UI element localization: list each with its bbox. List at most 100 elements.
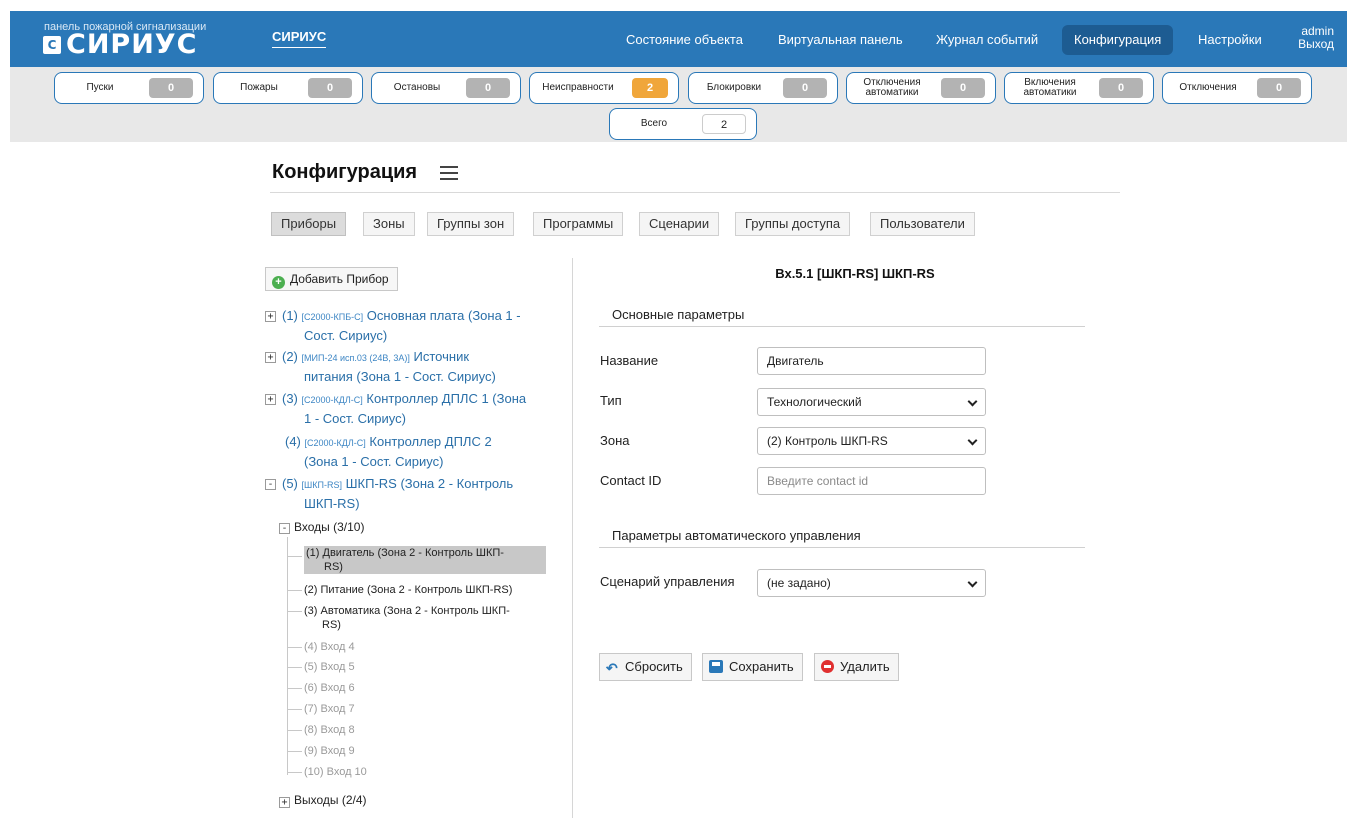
counter-label: Отключения автоматики [863,77,921,98]
device-name-cont[interactable]: Сост. Сириус) [304,326,387,346]
input-label-cont: RS) [324,561,343,573]
tree-line [287,537,288,775]
tree-line [288,611,302,612]
device-name: ШКП-RS (Зона 2 - Контроль [345,476,514,491]
panel-divider [572,258,573,818]
counter-label: Пуски [86,82,114,93]
nav-configuration[interactable]: Конфигурация [1062,25,1174,55]
nav-settings[interactable]: Настройки [1186,25,1274,55]
scenario-label: Сценарий управления [600,574,735,589]
device-name: Основная плата (Зона 1 - [366,308,521,323]
counter-auto-off[interactable]: Отключения автоматики 0 [846,72,996,104]
tab-scenarios[interactable]: Сценарии [639,212,720,236]
collapse-icon[interactable]: - [279,523,290,534]
reset-label: Сбросить [625,659,683,674]
name-field[interactable]: Двигатель [757,347,986,375]
tree-node-device-1[interactable]: (1) [С2000-КПБ-С] Основная плата (Зона 1… [282,306,521,327]
tree-input-6[interactable]: (6) Вход 6 [304,681,355,695]
reset-button[interactable]: ↶ Сбросить [599,653,692,681]
brand-link[interactable]: СИРИУС [272,29,327,48]
save-icon [709,660,723,673]
counter-auto-on[interactable]: Включения автоматики 0 [1004,72,1154,104]
delete-button[interactable]: Удалить [814,653,899,681]
chevron-down-icon [967,577,978,588]
counter-fires[interactable]: Пожары 0 [213,72,363,104]
logo: СИРИУС [66,29,198,60]
tab-users[interactable]: Пользователи [870,212,975,236]
input-label: (1) Двигатель (Зона 2 - Контроль ШКП- [306,547,504,559]
nav-virtual-panel[interactable]: Виртуальная панель [766,25,915,55]
device-name-cont[interactable]: (Зона 1 - Сост. Сириус) [304,452,443,472]
tree-input-3[interactable]: (3) Автоматика (Зона 2 - Контроль ШКП- R… [304,604,510,632]
tab-zones[interactable]: Зоны [363,212,415,236]
tree-input-5[interactable]: (5) Вход 5 [304,660,355,674]
tree-node-device-2[interactable]: (2) [МИП-24 исп.03 (24В, 3А)] Источник [282,347,469,368]
counter-value: 0 [308,78,352,98]
collapse-icon[interactable]: - [265,479,276,490]
device-code: [С2000-КДЛ-С] [301,395,363,405]
tree-input-1[interactable]: (1) Двигатель (Зона 2 - Контроль ШКП- RS… [304,546,546,574]
tree-node-device-5[interactable]: (5) [ШКП-RS] ШКП-RS (Зона 2 - Контроль [282,474,513,495]
tab-devices[interactable]: Приборы [271,212,347,236]
tree-node-device-4[interactable]: (4) [С2000-КДЛ-С] Контроллер ДПЛС 2 [285,432,492,453]
counter-stops[interactable]: Останов​ы 0 [371,72,521,104]
zone-select[interactable]: (2) Контроль ШКП-RS [757,427,986,455]
device-code: [С2000-КДЛ-С] [304,438,366,448]
nav-object-state[interactable]: Состояние объекта [614,25,755,55]
tree-input-4[interactable]: (4) Вход 4 [304,640,355,654]
tree-group-outputs[interactable]: Выходы (2/4) [294,793,367,807]
tree-input-9[interactable]: (9) Вход 9 [304,744,355,758]
counter-faults[interactable]: Неисправности 2 [529,72,679,104]
save-button[interactable]: Сохранить [702,653,803,681]
device-number: (3) [282,391,298,406]
tree-line [288,751,302,752]
counter-blocks[interactable]: Блокировки 0 [688,72,838,104]
chevron-down-icon [967,435,978,446]
counter-value: 0 [941,78,985,98]
counter-label: Пожары [240,82,278,93]
expand-icon[interactable]: + [279,797,290,808]
scenario-select[interactable]: (не задано) [757,569,986,597]
tree-line [288,772,302,773]
tab-programs[interactable]: Программы [533,212,624,236]
type-select[interactable]: Технологический [757,388,986,416]
device-name: Контроллер ДПЛС 2 [369,434,492,449]
tree-input-2[interactable]: (2) Питание (Зона 2 - Контроль ШКП-RS) [304,583,512,597]
device-name-cont[interactable]: 1 - Сост. Сириус) [304,409,406,429]
counter-label: Отключения [1179,82,1237,93]
tree-line [288,667,302,668]
counter-total[interactable]: Всего 2 [609,108,757,140]
zone-label: Зона [600,433,630,448]
contact-id-field[interactable]: Введите contact id [757,467,986,495]
expand-icon[interactable]: + [265,311,276,322]
tree-line [288,647,302,648]
counter-value: 0 [1257,78,1301,98]
tree-input-10[interactable]: (10) Вход 10 [304,765,367,779]
counter-disables[interactable]: Отключения 0 [1162,72,1312,104]
tree-group-inputs[interactable]: Входы (3/10) [294,520,364,534]
counter-starts[interactable]: Пуски 0 [54,72,204,104]
section-main-params: Основные параметры [599,307,1085,327]
expand-icon[interactable]: + [265,352,276,363]
counter-label: Останов​ы [393,82,441,93]
tree-line [288,556,302,557]
tree-node-device-3[interactable]: (3) [С2000-КДЛ-С] Контроллер ДПЛС 1 (Зон… [282,389,526,410]
menu-icon[interactable] [440,166,458,180]
tree-input-7[interactable]: (7) Вход 7 [304,702,355,716]
device-name-cont[interactable]: ШКП-RS) [304,494,360,514]
tab-access-groups[interactable]: Группы доступа [735,212,851,236]
tree-input-8[interactable]: (8) Вход 8 [304,723,355,737]
device-number: (5) [282,476,298,491]
nav-event-log[interactable]: Журнал событий [924,25,1050,55]
expand-icon[interactable]: + [265,394,276,405]
logout-link[interactable]: Выход [1290,38,1334,51]
chevron-down-icon [967,396,978,407]
type-value: Технологический [767,395,862,409]
add-device-button[interactable]: + Добавить Прибор [265,267,398,291]
device-number: (4) [285,434,301,449]
counter-value: 0 [149,78,193,98]
tab-zone-groups[interactable]: Группы зон [427,212,515,236]
save-label: Сохранить [729,659,794,674]
device-name-cont[interactable]: питания (Зона 1 - Сост. Сириус) [304,367,496,387]
counter-value: 2 [632,78,668,98]
